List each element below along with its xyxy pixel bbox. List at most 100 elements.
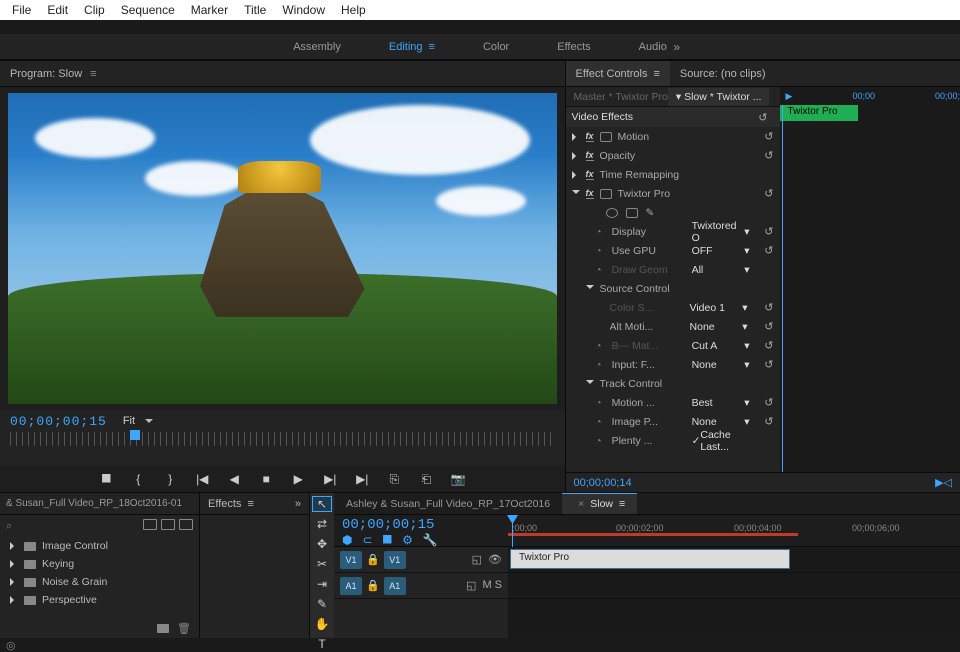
program-tab-label[interactable]: Program: Slow (10, 68, 82, 80)
mask-ellipse-icon[interactable] (606, 208, 618, 218)
reset-icon[interactable] (764, 225, 773, 238)
panel-menu-icon[interactable]: ≡ (653, 68, 659, 80)
effect-opacity[interactable]: Opacity (600, 150, 636, 162)
razor-tool[interactable]: ✂ (313, 557, 331, 571)
sequence-tab[interactable]: Ashley & Susan_Full Video_RP_17Oct2016 (334, 493, 562, 514)
mark-in-button[interactable]: { (131, 472, 145, 486)
snap-icon[interactable]: ⬢ (342, 533, 352, 548)
project-tab[interactable]: & Susan_Full Video_RP_18Oct2016-01 (0, 493, 199, 515)
play-button[interactable]: ▶ (291, 472, 305, 486)
stopwatch-icon[interactable] (596, 359, 606, 371)
reset-icon[interactable] (764, 358, 773, 371)
folder-row[interactable]: Keying (0, 555, 199, 573)
go-to-out-button[interactable]: ▶| (355, 472, 369, 486)
type-tool[interactable]: T (313, 637, 331, 651)
lock-icon[interactable]: 🔒 (366, 579, 380, 592)
prop-plenty-value[interactable]: ✓ Cache Last... (692, 429, 750, 453)
linked-selection-icon[interactable]: ⊂ (362, 533, 372, 548)
reset-icon[interactable] (764, 187, 773, 200)
effect-twixtor[interactable]: Twixtor Pro (618, 188, 671, 200)
marker-icon[interactable]: ⯀ (383, 533, 393, 548)
ec-playhead-line[interactable] (782, 105, 783, 472)
menu-marker[interactable]: Marker (183, 0, 236, 20)
mask-rect-icon[interactable] (626, 208, 638, 218)
timeline-clip[interactable]: Twixtor Pro (510, 549, 790, 569)
reset-icon[interactable] (764, 301, 773, 314)
prop-inputf-value[interactable]: None▾ (692, 359, 750, 371)
menu-title[interactable]: Title (236, 0, 274, 20)
lock-icon[interactable]: 🔒 (366, 553, 380, 566)
track-target-v1[interactable]: V1 (384, 551, 406, 569)
mark-out-button[interactable]: } (163, 472, 177, 486)
stopwatch-icon[interactable] (596, 226, 606, 238)
lift-button[interactable]: ⎘ (387, 472, 401, 486)
source-patch-a1[interactable]: A1 (340, 577, 362, 595)
tab-source[interactable]: Source: (no clips) (670, 61, 776, 86)
group-track-control[interactable]: Track Control (600, 378, 663, 390)
extract-button[interactable]: ⎗ (419, 472, 433, 486)
timeline-timecode[interactable]: 00;00;00;15 (342, 517, 500, 533)
close-icon[interactable]: × (578, 498, 584, 510)
slip-tool[interactable]: ⇥ (313, 577, 331, 591)
program-timecode[interactable]: 00;00;00;15 (10, 414, 107, 429)
effect-motion[interactable]: Motion (618, 131, 650, 143)
pen-tool[interactable]: ✎ (313, 597, 331, 611)
folder-row[interactable]: Perspective (0, 591, 199, 609)
menu-sequence[interactable]: Sequence (113, 0, 183, 20)
effect-controls-timeline[interactable]: ▶ 00;0000;00; Twixtor Pro (780, 87, 960, 472)
twirl-icon[interactable] (586, 285, 594, 293)
program-viewer[interactable] (8, 93, 557, 404)
step-forward-button[interactable]: ▶| (323, 472, 337, 486)
export-frame-button[interactable]: 📷 (451, 472, 465, 486)
reset-icon[interactable] (764, 320, 773, 333)
effect-controls-timecode[interactable]: 00;00;00;14 (574, 477, 632, 489)
track-lane-v1[interactable]: Twixtor Pro (508, 547, 960, 573)
folder-row[interactable]: Image Control (0, 537, 199, 555)
ec-crumb-master[interactable]: Master * Twixtor Pro (566, 91, 668, 103)
reset-icon[interactable] (764, 415, 773, 428)
reset-icon[interactable] (758, 111, 767, 124)
ec-crumb-slow[interactable]: ▾ Slow * Twixtor ... (668, 88, 770, 106)
folder-row[interactable]: Noise & Grain (0, 573, 199, 591)
project-search-input[interactable] (6, 520, 96, 532)
tab-effect-controls[interactable]: Effect Controls≡ (566, 61, 670, 86)
toggle-output-icon[interactable]: ◱ (466, 579, 476, 592)
track-target-a1[interactable]: A1 (384, 577, 406, 595)
view-icon[interactable] (143, 519, 157, 530)
mask-pen-icon[interactable]: ✎ (646, 207, 655, 219)
workspace-editing[interactable]: Editing (389, 41, 435, 53)
track-select-tool[interactable]: ⇄ (313, 517, 331, 531)
reset-icon[interactable] (764, 244, 773, 257)
menu-clip[interactable]: Clip (76, 0, 113, 20)
sequence-tab-active[interactable]: ×Slow≡ (562, 493, 637, 514)
reset-icon[interactable] (764, 130, 773, 143)
panel-menu-icon[interactable]: ≡ (619, 498, 625, 510)
trash-icon[interactable]: 🗑 (177, 622, 191, 635)
view-icon[interactable] (179, 519, 193, 530)
stop-button[interactable]: ■ (259, 472, 273, 486)
effect-motion-icon[interactable] (600, 132, 612, 142)
ripple-tool[interactable]: ✥ (313, 537, 331, 551)
menu-window[interactable]: Window (274, 0, 333, 20)
group-source-control[interactable]: Source Control (600, 283, 670, 295)
menu-file[interactable]: File (4, 0, 39, 20)
twirl-icon[interactable] (572, 133, 580, 141)
stopwatch-icon[interactable] (596, 397, 606, 409)
ec-play-icon[interactable]: ▶◁ (935, 476, 952, 489)
prop-altmoti-value[interactable]: None▾ (690, 321, 748, 333)
go-to-in-button[interactable]: |◀ (195, 472, 209, 486)
source-patch-v1[interactable]: V1 (340, 551, 362, 569)
workspace-effects[interactable]: Effects (557, 41, 590, 53)
timeline-ruler[interactable]: ;00;00 00;00;02;00 00;00;04;00 00;00;06;… (508, 515, 960, 546)
track-lane-a1[interactable] (508, 573, 960, 599)
panel-menu-icon[interactable]: ≡ (247, 498, 253, 510)
stopwatch-icon[interactable] (596, 245, 606, 257)
panel-menu-icon[interactable]: ≡ (90, 68, 96, 80)
twirl-icon[interactable] (572, 190, 580, 198)
zoom-fit-label[interactable]: Fit (123, 415, 135, 427)
timeline-tracks[interactable]: Twixtor Pro (508, 547, 960, 638)
new-bin-icon[interactable] (157, 624, 169, 633)
effect-time-remapping[interactable]: Time Remapping (600, 169, 680, 181)
workspace-overflow-icon[interactable]: » (673, 40, 680, 54)
workspace-audio[interactable]: Audio (639, 41, 667, 53)
